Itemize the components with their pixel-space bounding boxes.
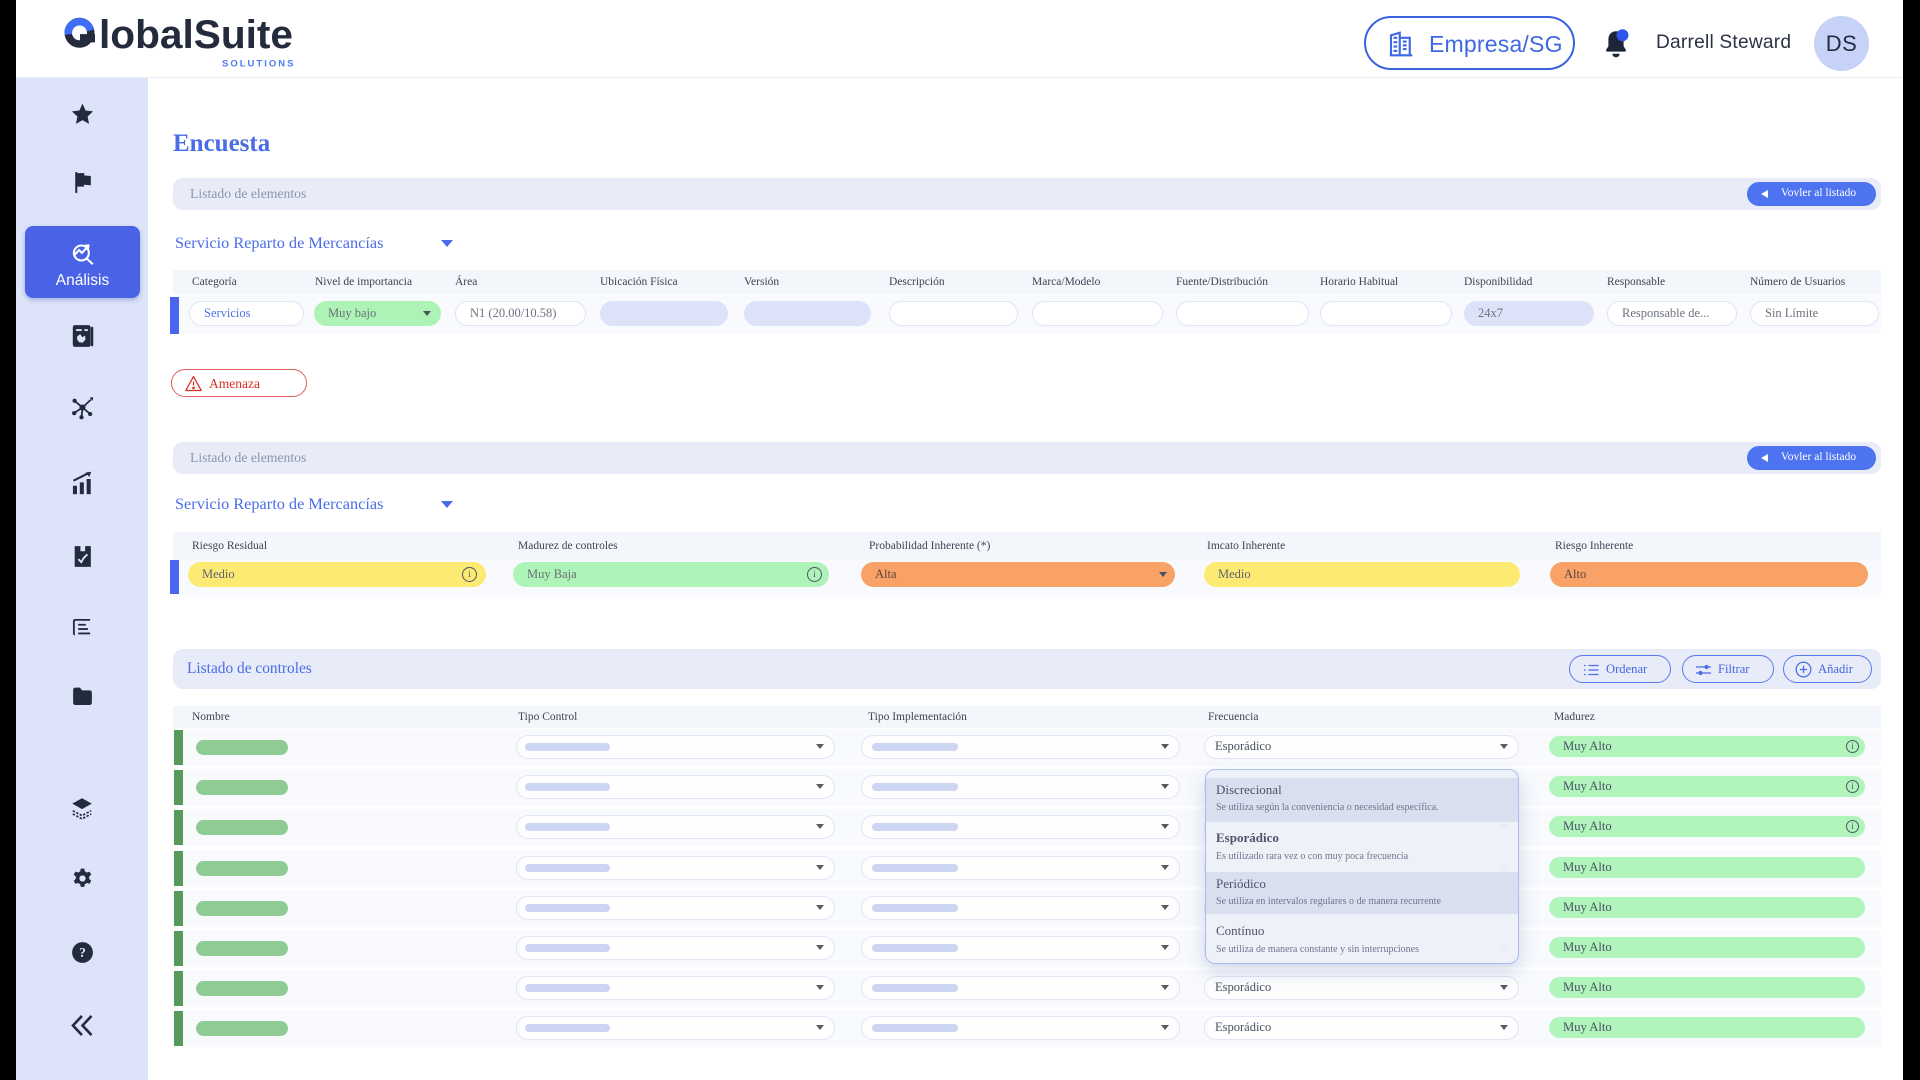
svg-text:SOLUTIONS: SOLUTIONS [222,58,294,69]
svg-text:?: ? [79,945,86,960]
svg-text:lobalSuite: lobalSuite [99,13,293,57]
